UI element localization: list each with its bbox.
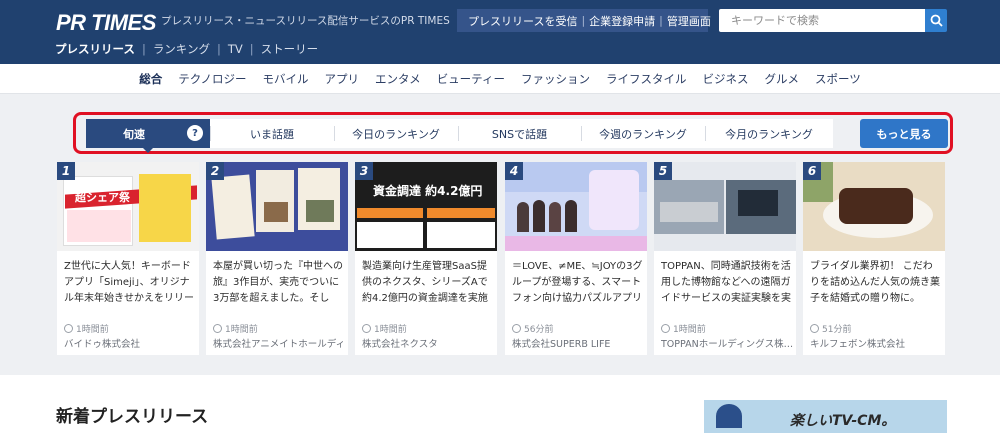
- card-time: 51分前: [810, 322, 851, 335]
- divider: |: [141, 42, 146, 56]
- rank-badge: 5: [654, 162, 672, 180]
- card-thumbnail: 超シェア祭: [57, 162, 199, 251]
- time-text: 51分前: [822, 325, 852, 335]
- card-title[interactable]: TOPPAN、同時通訳技術を活用した博物館などへの遠隔ガイドサービスの実証実験を…: [661, 259, 793, 307]
- time-text: 1時間前: [673, 325, 706, 335]
- card-title[interactable]: Z世代に大人気！キーボードアプリ「Simeji」、オリジナル年末年始きせかえをリ…: [64, 259, 196, 307]
- card-thumbnail: [206, 162, 348, 251]
- rank-badge: 4: [505, 162, 523, 180]
- site-header: PR TIMES プレスリリース・ニュースリリース配信サービスのPR TIMES…: [0, 0, 1000, 64]
- ad-banner[interactable]: 楽しいTV-CM。: [704, 400, 947, 433]
- divider: |: [581, 14, 586, 27]
- card-thumbnail: [803, 162, 945, 251]
- card-company[interactable]: バイドゥ株式会社: [64, 336, 196, 350]
- category-general[interactable]: 総合: [139, 71, 162, 87]
- tab-trending-now[interactable]: いま話題: [210, 119, 334, 148]
- logo[interactable]: PR TIMES: [56, 10, 156, 36]
- clock-icon: [64, 324, 73, 333]
- ranking-card[interactable]: 4 ＝LOVE、≠ME、≒JOYの3グループが登場する、スマートフォン向け協力パ…: [505, 162, 647, 355]
- tab-sns-trending[interactable]: SNSで話題: [458, 119, 581, 148]
- rank-badge: 6: [803, 162, 821, 180]
- card-thumb-text: 資金調達 約4.2億円: [373, 184, 483, 198]
- card-title[interactable]: ＝LOVE、≠ME、≒JOYの3グループが登場する、スマートフォン向け協力パズル…: [512, 259, 644, 307]
- category-fashion[interactable]: ファッション: [521, 71, 590, 87]
- subnav-ranking[interactable]: ランキング: [153, 41, 210, 57]
- card-title[interactable]: 本屋が買い切った『中世への旅』3作目が、実売でついに3万部を超えました。そして、…: [213, 259, 345, 307]
- more-button[interactable]: もっと見る: [860, 119, 948, 148]
- card-title[interactable]: ブライダル業界初！ こだわりを詰め込んだ人気の焼き菓子を結婚式の贈り物に。TAK…: [810, 259, 942, 307]
- search-icon: [930, 14, 943, 27]
- category-sports[interactable]: スポーツ: [815, 71, 861, 87]
- card-time: 56分前: [512, 322, 553, 335]
- admin-link[interactable]: 管理画面: [667, 13, 711, 29]
- subnav-story[interactable]: ストーリー: [261, 41, 319, 57]
- tab-today-ranking[interactable]: 今日のランキング: [334, 119, 458, 148]
- subnav-press-release[interactable]: プレスリリース: [55, 41, 135, 57]
- card-time: 1時間前: [64, 322, 109, 335]
- tagline: プレスリリース・ニュースリリース配信サービスのPR TIMES: [161, 15, 450, 27]
- tab-monthly-ranking[interactable]: 今月のランキング: [705, 119, 833, 148]
- new-releases-section: 新着プレスリリース 楽しいTV-CM。: [0, 375, 1000, 433]
- rank-badge: 3: [355, 162, 373, 180]
- search-input[interactable]: [719, 9, 925, 32]
- card-time: 1時間前: [213, 322, 258, 335]
- category-technology[interactable]: テクノロジー: [178, 71, 246, 87]
- card-thumbnail: 資金調達 約4.2億円: [355, 162, 497, 251]
- tab-weekly-ranking[interactable]: 今週のランキング: [581, 119, 705, 148]
- header-links: プレスリリースを受信 | 企業登録申請 | 管理画面: [457, 9, 711, 32]
- tab-label: 旬速: [123, 127, 145, 141]
- category-mobile[interactable]: モバイル: [263, 71, 309, 87]
- clock-icon: [661, 324, 670, 333]
- receive-press-release-link[interactable]: プレスリリースを受信: [468, 13, 577, 29]
- tab-shunsoku[interactable]: 旬速 ?: [86, 119, 210, 153]
- card-thumbnail: [654, 162, 796, 251]
- clock-icon: [213, 324, 222, 333]
- time-text: 1時間前: [374, 325, 407, 335]
- clock-icon: [362, 324, 371, 333]
- card-company[interactable]: 株式会社ネクスタ: [362, 336, 494, 350]
- clock-icon: [512, 324, 521, 333]
- company-registration-link[interactable]: 企業登録申請: [589, 13, 655, 29]
- card-time: 1時間前: [362, 322, 407, 335]
- ad-text: 楽しいTV-CM。: [790, 413, 896, 429]
- help-icon[interactable]: ?: [187, 125, 203, 141]
- category-app[interactable]: アプリ: [325, 71, 360, 87]
- card-thumbnail: [505, 162, 647, 251]
- card-company[interactable]: 株式会社SUPERB LIFE: [512, 336, 644, 350]
- ranking-card[interactable]: 資金調達 約4.2億円 3 製造業向け生産管理SaaS提供のネクスタ、シリーズA…: [355, 162, 497, 355]
- category-gourmet[interactable]: グルメ: [765, 71, 800, 87]
- card-thumb-text: 超シェア祭: [75, 191, 130, 204]
- divider: |: [249, 42, 254, 56]
- divider: |: [659, 14, 663, 27]
- divider: |: [216, 42, 221, 56]
- subnav-tv[interactable]: TV: [228, 42, 243, 56]
- category-lifestyle[interactable]: ライフスタイル: [606, 71, 687, 87]
- ranking-card[interactable]: 5 TOPPAN、同時通訳技術を活用した博物館などへの遠隔ガイドサービスの実証実…: [654, 162, 796, 355]
- search-button[interactable]: [925, 9, 947, 32]
- ranking-card[interactable]: 超シェア祭 1 Z世代に大人気！キーボードアプリ「Simeji」、オリジナル年末…: [57, 162, 199, 355]
- time-text: 1時間前: [225, 325, 258, 335]
- section-title: 新着プレスリリース: [56, 407, 209, 427]
- card-company[interactable]: TOPPANホールディングス株…: [661, 336, 793, 350]
- card-title[interactable]: 製造業向け生産管理SaaS提供のネクスタ、シリーズAで約4.2億円の資金調達を実…: [362, 259, 494, 307]
- time-text: 56分前: [524, 325, 554, 335]
- card-company[interactable]: 株式会社アニメイトホールディ…: [213, 336, 345, 350]
- ranking-card[interactable]: 2 本屋が買い切った『中世への旅』3作目が、実売でついに3万部を超えました。そし…: [206, 162, 348, 355]
- category-bar: 総合 テクノロジー モバイル アプリ エンタメ ビューティー ファッション ライ…: [0, 64, 1000, 94]
- category-entertainment[interactable]: エンタメ: [375, 71, 421, 87]
- rank-badge: 1: [57, 162, 75, 180]
- category-beauty[interactable]: ビューティー: [437, 71, 505, 87]
- mascot-graphic: [716, 404, 742, 428]
- category-business[interactable]: ビジネス: [703, 71, 749, 87]
- ranking-card[interactable]: 6 ブライダル業界初！ こだわりを詰め込んだ人気の焼き菓子を結婚式の贈り物に。T…: [803, 162, 945, 355]
- clock-icon: [810, 324, 819, 333]
- sub-navigation: プレスリリース | ランキング | TV | ストーリー: [55, 41, 318, 57]
- card-time: 1時間前: [661, 322, 706, 335]
- time-text: 1時間前: [76, 325, 109, 335]
- rank-badge: 2: [206, 162, 224, 180]
- ranking-tabs: 旬速 ? いま話題 今日のランキング SNSで話題 今週のランキング 今月のラン…: [86, 119, 833, 153]
- card-company[interactable]: キルフェボン株式会社: [810, 336, 942, 350]
